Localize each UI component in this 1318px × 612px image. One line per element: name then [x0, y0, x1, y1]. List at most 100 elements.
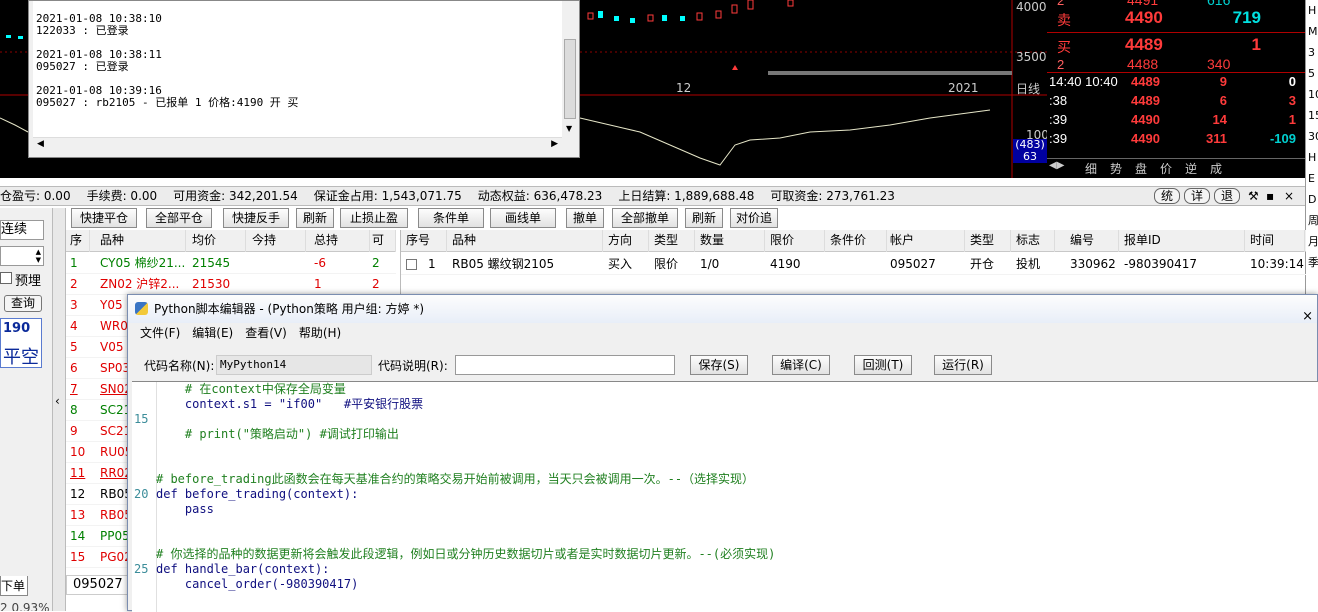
period-item[interactable]: 30 [1306, 126, 1318, 147]
period-item[interactable]: 10 [1306, 84, 1318, 105]
scroll-left-icon[interactable]: ◀ [37, 139, 44, 149]
account-footer[interactable]: 095027 [66, 575, 128, 595]
period-item[interactable]: 周 [1306, 210, 1318, 231]
collapse-left-icon[interactable]: ‹ [55, 394, 60, 408]
toolbar-button-3[interactable]: 刷新 [296, 208, 334, 228]
stepper-icon[interactable]: ▲ ▼ [36, 248, 41, 264]
toolbar-button-4[interactable]: 止损止盈 [340, 208, 408, 228]
window-close-icon[interactable]: × [1302, 309, 1313, 324]
position-cell-no: 15 [70, 550, 86, 564]
position-cell-no: 7 [70, 382, 78, 396]
period-item[interactable]: 季 [1306, 252, 1318, 273]
positions-col-header[interactable]: 品种 [96, 230, 186, 252]
period-item[interactable]: D [1306, 189, 1318, 210]
toolbar-button-2[interactable]: 快捷反手 [223, 208, 289, 228]
scroll-down-icon[interactable]: ▼ [566, 124, 572, 133]
account-total-button[interactable]: 统 [1154, 188, 1180, 204]
minimize-icon[interactable]: ▪ [1266, 187, 1274, 206]
quote-tab[interactable]: 势 [1110, 160, 1122, 177]
order-tab[interactable]: 下单 [0, 576, 28, 596]
log-vertical-scrollbar[interactable]: ▼ [562, 1, 578, 137]
quote-tab[interactable]: 盘 [1135, 160, 1147, 177]
ask-price[interactable]: 4490 [1125, 8, 1163, 28]
period-item[interactable]: M [1306, 21, 1318, 42]
scroll-right-icon[interactable]: ▶ [551, 139, 558, 149]
editor-button-run[interactable]: 运行(R) [934, 355, 992, 375]
query-button[interactable]: 查询 [4, 295, 42, 312]
code-editor[interactable]: 15 20 25 # 在context中保存全局变量 context.s1 = "i… [132, 381, 1318, 612]
close-short-button[interactable]: 190 平空 [0, 318, 42, 368]
positions-col-header[interactable]: 序 [66, 230, 90, 252]
order-checkbox[interactable] [406, 259, 417, 270]
orders-col-header[interactable]: 类型 [965, 230, 1011, 252]
tool-icon[interactable]: ⚒ [1248, 187, 1259, 206]
editor-button-compile[interactable]: 编译(C) [772, 355, 830, 375]
preset-checkbox[interactable] [0, 272, 12, 284]
period-item[interactable]: H [1306, 0, 1318, 21]
orders-col-header[interactable]: 品种 [447, 230, 603, 252]
toolbar-order-button-0[interactable]: 条件单 [418, 208, 484, 228]
table-row[interactable]: 1 CY05 棉纱21... 21545 -6 2 [66, 253, 396, 274]
code-name-field[interactable]: MyPython14 [216, 355, 372, 375]
position-cell-no: 12 [70, 487, 86, 501]
period-label[interactable]: 日线 [1016, 80, 1040, 97]
toolbar-order-button-1[interactable]: 画线单 [490, 208, 556, 228]
code-desc-field[interactable] [455, 355, 675, 375]
tick-row: :38 4489 6 3 [1047, 93, 1305, 112]
editor-button-backtest[interactable]: 回测(T) [854, 355, 912, 375]
bid-price[interactable]: 4489 [1125, 35, 1163, 55]
scroll-thumb[interactable] [564, 39, 576, 119]
orders-col-header[interactable]: 帐户 [885, 230, 965, 252]
quote-tab[interactable]: 成 [1210, 160, 1222, 177]
close-icon[interactable]: × [1284, 187, 1294, 206]
positions-col-header[interactable]: 可 [368, 230, 396, 252]
toolbar-order-button-4[interactable]: 刷新 [685, 208, 723, 228]
orders-col-header[interactable]: 标志 [1011, 230, 1055, 252]
period-item[interactable]: 3 [1306, 42, 1318, 63]
positions-col-header[interactable]: 今持 [248, 230, 306, 252]
preset-label: 预埋 [15, 274, 42, 289]
python-editor-titlebar[interactable]: Python脚本编辑器 - (Python策略 用户组: 方婷 *) [128, 295, 1317, 323]
positions-col-header[interactable]: 总持 [310, 230, 370, 252]
toolbar-order-button-3[interactable]: 全部撤单 [612, 208, 678, 228]
quantity-input[interactable]: ▲ ▼ [0, 246, 44, 266]
table-row[interactable]: 2 ZN02 沪锌2... 21530 1 2 [66, 274, 396, 295]
menu-item-2[interactable]: 查看(V) [245, 323, 287, 343]
period-item[interactable]: 15 [1306, 105, 1318, 126]
period-item[interactable]: 5 [1306, 63, 1318, 84]
tab-prev-icon[interactable]: ◀▶ [1049, 160, 1064, 171]
menu-item-0[interactable]: 文件(F) [140, 323, 180, 343]
position-cell-no: 8 [70, 403, 78, 417]
menu-item-3[interactable]: 帮助(H) [299, 323, 341, 343]
toolbar-order-button-2[interactable]: 撤单 [566, 208, 604, 228]
panel-collapse-bar[interactable]: ‹ [52, 208, 66, 611]
orders-col-header[interactable]: 限价 [765, 230, 825, 252]
account-exit-button[interactable]: 退 [1214, 188, 1240, 204]
code-line: # before_trading此函数会在每天基准合约的策略交易开始前被调用，当… [156, 472, 755, 486]
toolbar-button-1[interactable]: 全部平仓 [146, 208, 212, 228]
toolbar-order-button-5[interactable]: 对价追 [730, 208, 778, 228]
period-item[interactable]: 月 [1306, 231, 1318, 252]
orders-col-header[interactable]: 时间 [1245, 230, 1305, 252]
orders-col-header[interactable]: 报单ID [1119, 230, 1245, 252]
quote-tab[interactable]: 逆 [1185, 160, 1197, 177]
orders-col-header[interactable]: 条件价 [825, 230, 887, 252]
editor-button-save[interactable]: 保存(S) [690, 355, 748, 375]
table-row[interactable]: 1 RB05 螺纹钢2105 买入 限价 1/0 4190 095027 开仓 投机 330962… [401, 254, 1306, 275]
message-log-text[interactable]: 2021-01-08 10:38:10 122033 : 已登录 2021-01-0… [33, 1, 563, 137]
orders-col-header[interactable]: 编号 [1065, 230, 1119, 252]
positions-col-header[interactable]: 均价 [188, 230, 246, 252]
orders-col-header[interactable]: 方向 [603, 230, 649, 252]
quote-tab[interactable]: 细 [1085, 160, 1097, 177]
orders-col-header[interactable]: 类型 [649, 230, 695, 252]
continuous-select[interactable]: 连续 [0, 220, 44, 240]
period-item[interactable]: H [1306, 147, 1318, 168]
log-horizontal-scrollbar[interactable]: ◀ ▶ [33, 137, 562, 153]
orders-col-header[interactable]: 序号 [401, 230, 447, 252]
toolbar-button-0[interactable]: 快捷平仓 [71, 208, 137, 228]
menu-item-1[interactable]: 编辑(E) [192, 323, 233, 343]
account-detail-button[interactable]: 详 [1184, 188, 1210, 204]
orders-col-header[interactable]: 数量 [695, 230, 765, 252]
period-item[interactable]: E [1306, 168, 1318, 189]
quote-tab[interactable]: 价 [1160, 160, 1172, 177]
